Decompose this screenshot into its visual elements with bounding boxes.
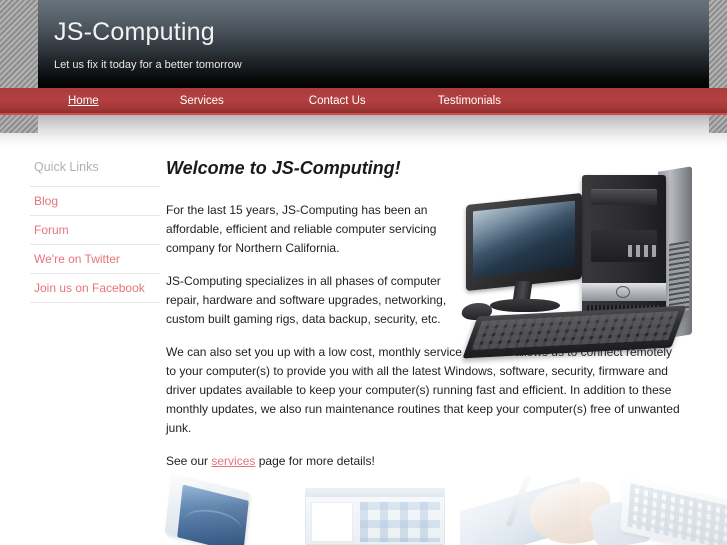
sidebar-quick-links: Quick Links Blog Forum We're on Twitter … <box>30 160 160 303</box>
montage-window-pane <box>311 502 353 542</box>
page-root: JS-Computing Let us fix it today for a b… <box>0 0 727 545</box>
sidebar-heading: Quick Links <box>34 160 99 174</box>
sub-nav-gradient <box>0 115 727 147</box>
site-title: JS-Computing <box>54 18 215 46</box>
cta-suffix: page for more details! <box>255 454 375 468</box>
site-tagline: Let us fix it today for a better tomorro… <box>54 59 242 71</box>
specialties-paragraph: JS-Computing specializes in all phases o… <box>166 274 447 326</box>
cta-prefix: See our <box>166 454 212 468</box>
cta-paragraph: See our services page for more details! <box>166 452 682 471</box>
nav-item-home[interactable]: Home <box>68 95 99 107</box>
montage-keyboard <box>620 475 727 545</box>
nav-item-list: Home Services Contact Us Testimonials <box>38 88 709 113</box>
nav-item-services[interactable]: Services <box>180 95 224 107</box>
sidebar-item-forum[interactable]: Forum <box>30 215 160 244</box>
page-title: Welcome to JS-Computing! <box>166 158 401 178</box>
main-content: Welcome to JS-Computing! For the last 15… <box>166 158 686 485</box>
site-header: JS-Computing Let us fix it today for a b… <box>38 0 709 88</box>
sidebar-item-blog[interactable]: Blog <box>30 186 160 215</box>
nav-item-contact-us[interactable]: Contact Us <box>309 95 366 107</box>
sidebar-item-facebook[interactable]: Join us on Facebook <box>30 273 160 303</box>
main-navigation: Home Services Contact Us Testimonials <box>0 88 727 115</box>
intro-paragraph: For the last 15 years, JS-Computing has … <box>166 203 437 255</box>
montage-window-icons <box>360 502 440 542</box>
montage-app-window <box>305 488 445 545</box>
service-plan-paragraph: We can also set you up with a low cost, … <box>166 345 680 435</box>
services-link[interactable]: services <box>211 454 255 468</box>
nav-item-testimonials[interactable]: Testimonials <box>438 95 501 107</box>
sidebar-item-twitter[interactable]: We're on Twitter <box>30 244 160 273</box>
montage-window-titlebar <box>306 489 444 497</box>
